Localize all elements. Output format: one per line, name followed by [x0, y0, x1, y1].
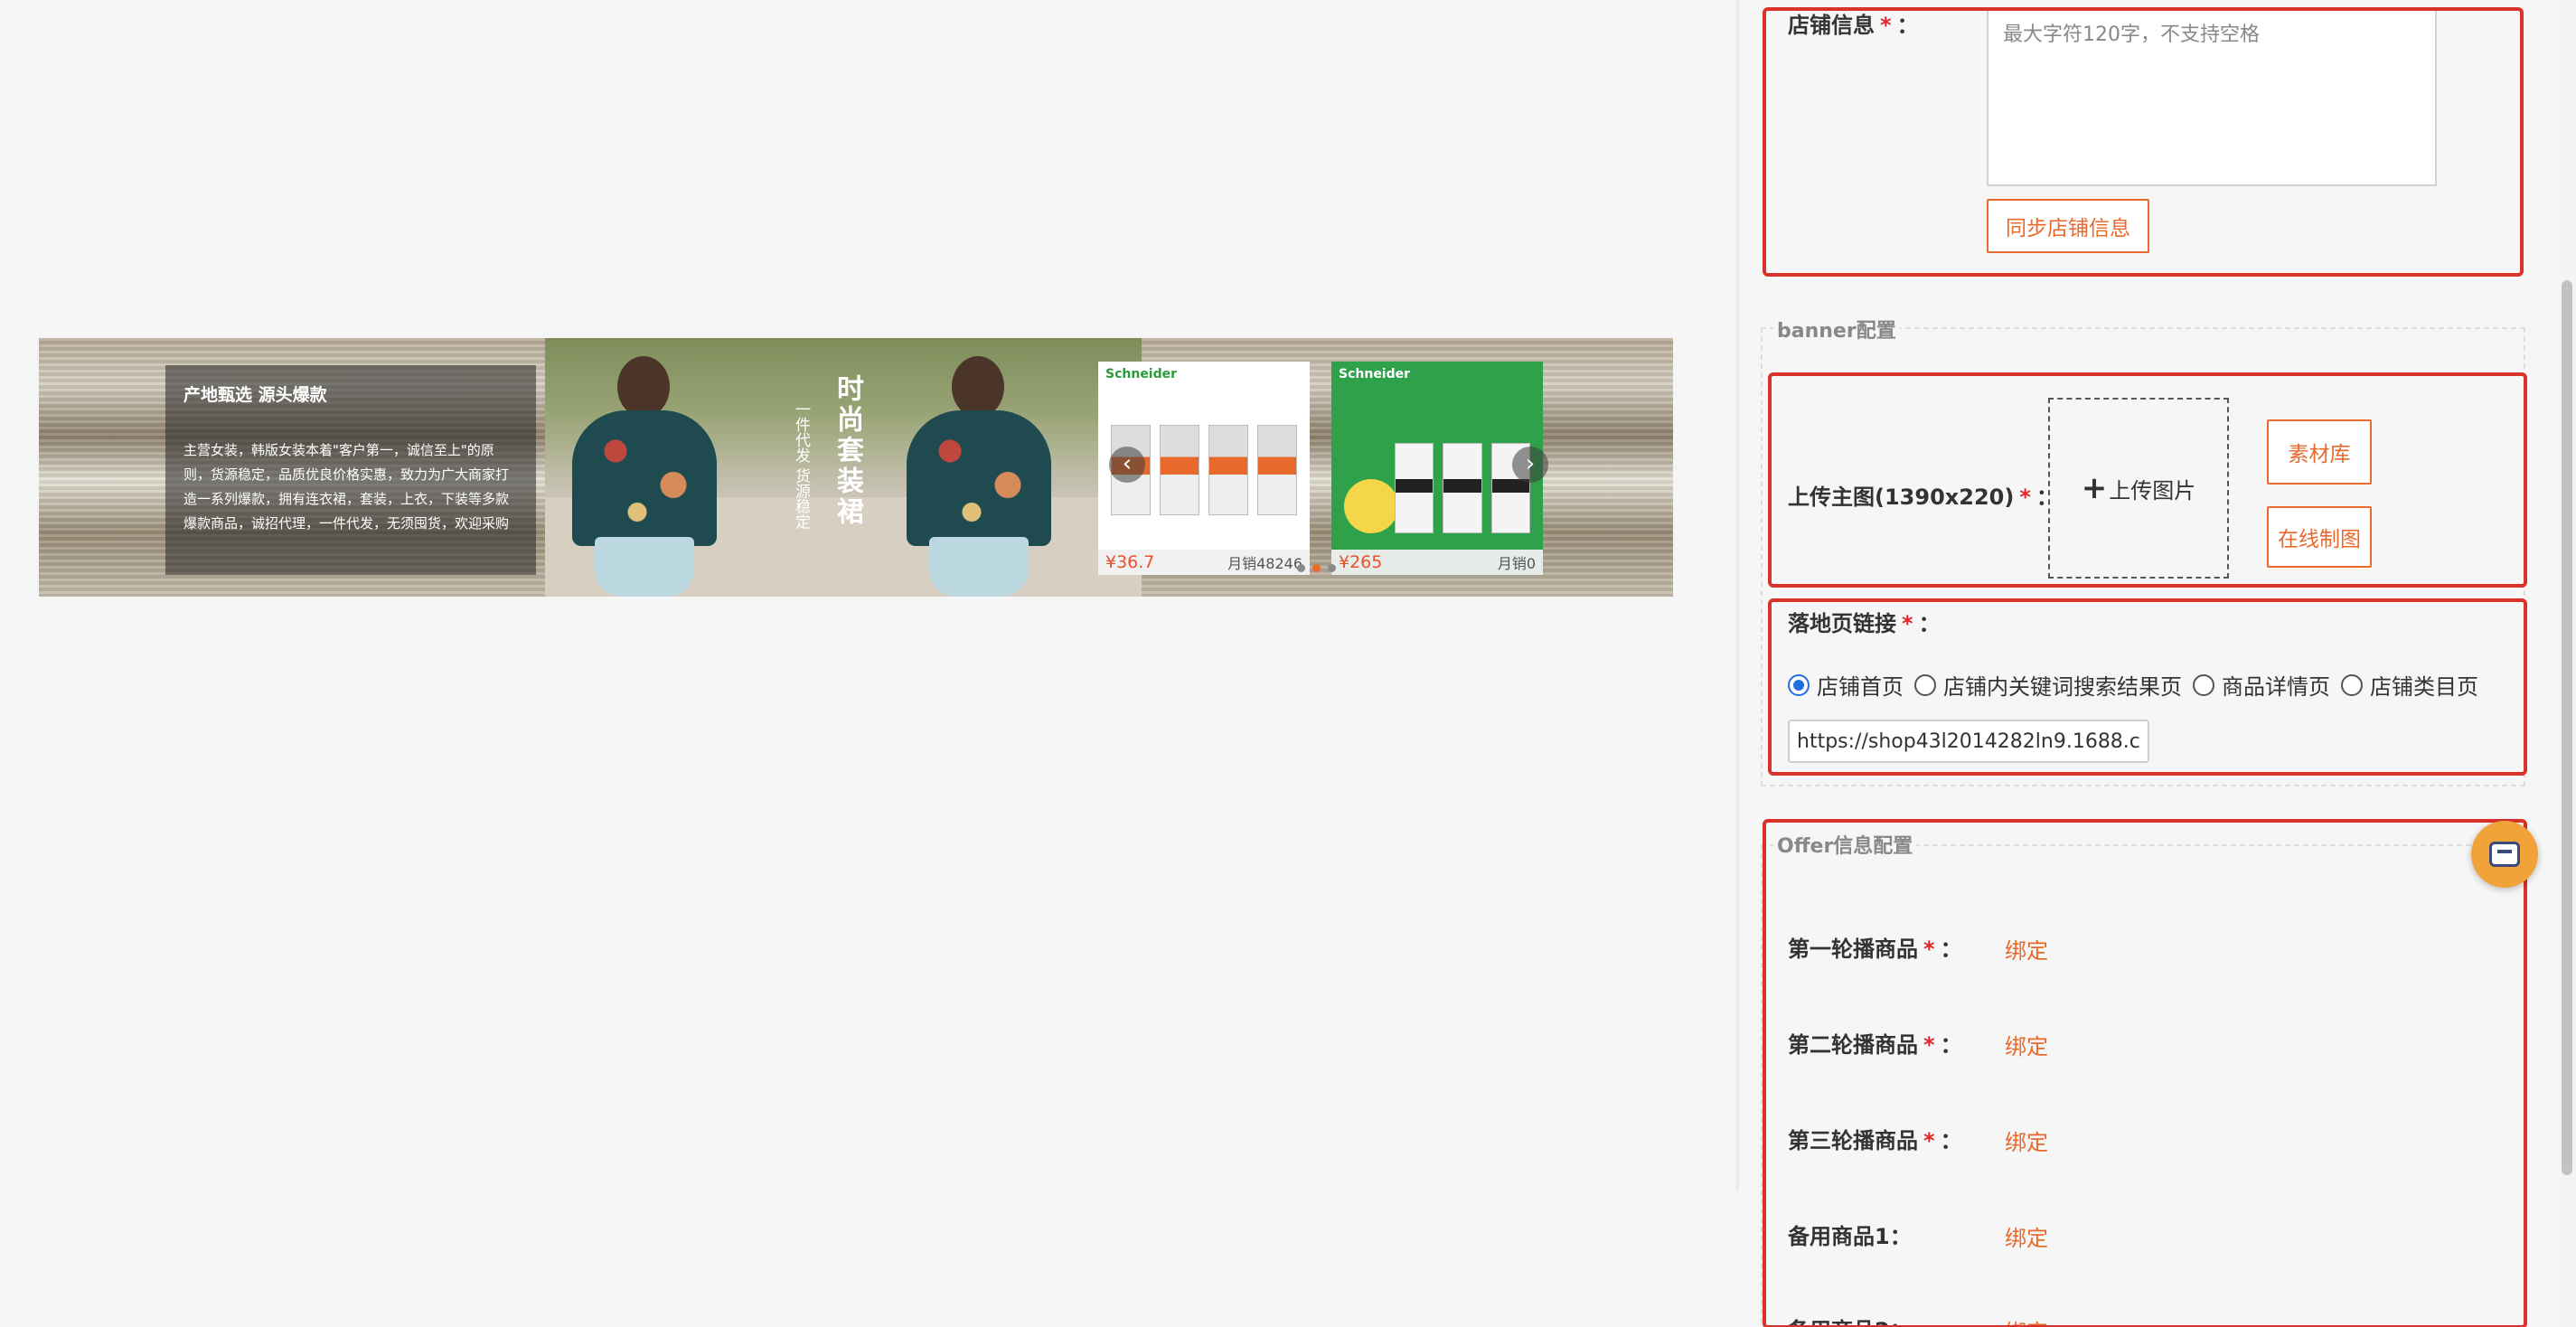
chevron-right-icon[interactable]: ›	[1512, 447, 1548, 483]
highlight-box-offer	[1763, 819, 2527, 1327]
banner-preview-area: 产地甄选 源头爆款 主营女装，韩版女装本着"客户第一，诚信至上"的原则，货源稳定…	[0, 0, 1739, 1191]
banner-poster: 产地甄选 源头爆款 主营女装，韩版女装本着"客户第一，诚信至上"的原则，货源稳定…	[165, 365, 536, 575]
product-badge	[1344, 479, 1398, 533]
model-figure-right	[879, 356, 1078, 597]
highlight-box-shop-info	[1763, 7, 2524, 277]
carousel-dot[interactable]	[1328, 564, 1336, 572]
product-sales: 月销0	[1497, 555, 1536, 572]
highlight-box-upload	[1768, 372, 2527, 588]
product-price-bar: ¥265 月销0	[1331, 550, 1543, 575]
floating-action-button[interactable]	[2471, 821, 2538, 888]
carousel-dot[interactable]	[1297, 564, 1305, 572]
product-price: ¥36.7	[1105, 552, 1155, 572]
carousel-dot-active[interactable]	[1312, 564, 1321, 572]
model-figure-left	[545, 356, 744, 597]
banner-vertical-subtitle: 一件代发 货源稳定	[792, 401, 810, 530]
banner-config-legend: banner配置	[1773, 315, 1900, 344]
poster-text: 主营女装，韩版女装本着"客户第一，诚信至上"的原则，货源稳定，品质优良价格实惠，…	[183, 442, 510, 532]
poster-title: 产地甄选 源头爆款	[183, 385, 327, 405]
scrollbar-thumb[interactable]	[2562, 280, 2572, 1175]
product-image	[1395, 443, 1530, 533]
chevron-left-icon[interactable]: ‹	[1109, 447, 1145, 483]
carousel-dots	[1297, 564, 1336, 572]
product-sales: 月销48246	[1227, 555, 1302, 572]
highlight-box-landing	[1768, 598, 2527, 776]
product-brand: Schneider	[1339, 367, 1411, 381]
product-card[interactable]: Schneider ¥265 月销0	[1331, 362, 1543, 575]
banner-preview: 产地甄选 源头爆款 主营女装，韩版女装本着"客户第一，诚信至上"的原则，货源稳定…	[39, 338, 1673, 597]
product-brand: Schneider	[1105, 367, 1178, 381]
banner-vertical-title: 时尚套装裙	[832, 374, 863, 528]
message-board-icon	[2489, 842, 2520, 867]
product-price: ¥265	[1339, 552, 1383, 572]
product-price-bar: ¥36.7 月销48246	[1098, 550, 1310, 575]
